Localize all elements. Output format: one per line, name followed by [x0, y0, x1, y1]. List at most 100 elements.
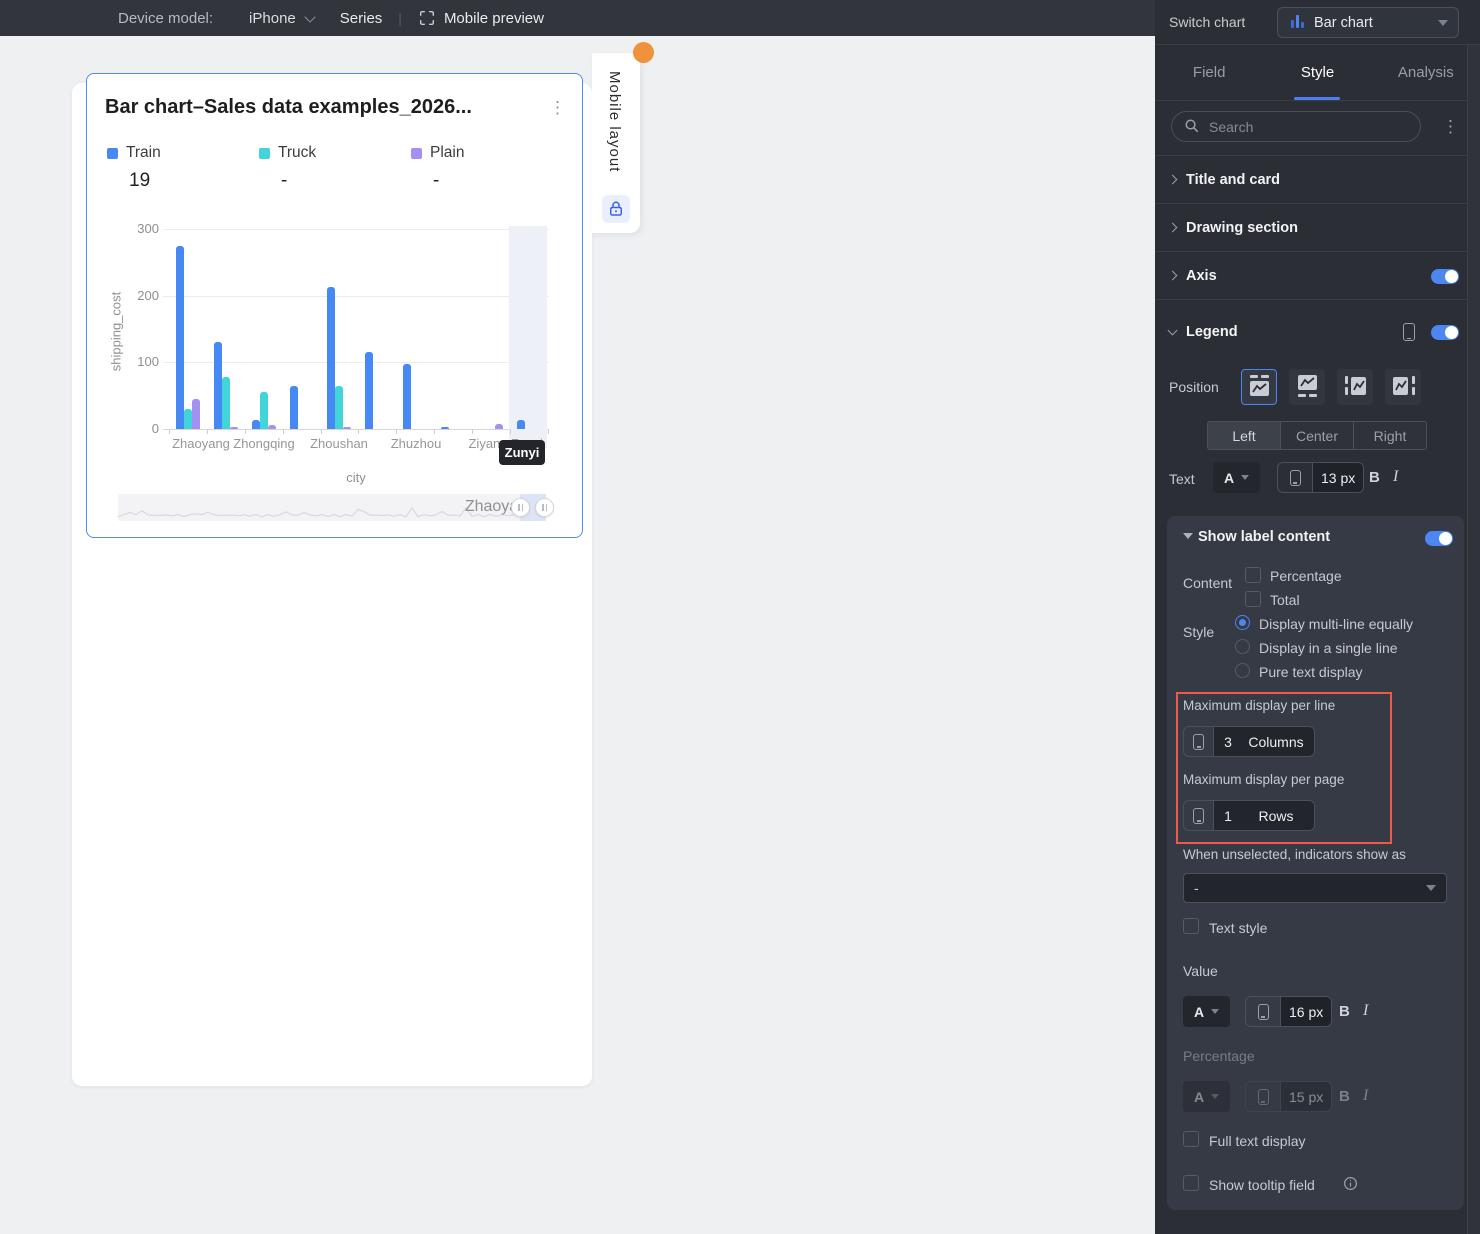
- max-per-line-label: Maximum display per line: [1183, 698, 1336, 713]
- style-label: Style: [1183, 624, 1215, 640]
- lock-icon[interactable]: [602, 195, 630, 223]
- tab-field[interactable]: Field: [1155, 45, 1263, 100]
- tab-analysis[interactable]: Analysis: [1372, 45, 1480, 100]
- section-legend[interactable]: Legend: [1155, 304, 1480, 360]
- section-toggle-axis[interactable]: [1431, 268, 1459, 284]
- chevron-down-icon[interactable]: [304, 10, 316, 23]
- tab-style[interactable]: Style: [1263, 45, 1371, 100]
- bold-button: B: [1339, 1088, 1350, 1105]
- bar-train-g8[interactable]: [441, 427, 449, 429]
- bar-train-g1[interactable]: [176, 245, 184, 429]
- mobile-preview-icon[interactable]: [418, 9, 436, 27]
- datazoom-handle[interactable]: [535, 498, 554, 517]
- device-model-select[interactable]: iPhone: [249, 10, 296, 27]
- text-style-checkbox[interactable]: [1183, 918, 1199, 934]
- percentage-color-dropdown: A: [1183, 1081, 1230, 1112]
- show-label-content-toggle[interactable]: [1425, 531, 1453, 546]
- bar-truck-g5[interactable]: [335, 385, 344, 429]
- bar-plain-g5[interactable]: [343, 427, 352, 429]
- mobile-preview-button[interactable]: Mobile preview: [444, 10, 544, 27]
- bar-truck-g3[interactable]: [259, 392, 268, 429]
- full-text-display-label: Full text display: [1209, 1133, 1306, 1149]
- bar-train-g5[interactable]: [327, 287, 336, 429]
- x-tick-mark: [282, 429, 284, 434]
- search-input[interactable]: [1207, 117, 1387, 136]
- legend-position-left-button[interactable]: [1337, 369, 1373, 405]
- section-title: Legend: [1186, 324, 1238, 340]
- bar-train-g10[interactable]: [516, 420, 525, 429]
- text-color-dropdown[interactable]: A: [1213, 462, 1260, 493]
- bar-plain-g1[interactable]: [192, 399, 200, 429]
- chart-card[interactable]: Bar chart–Sales data examples_2026... ⋮ …: [86, 73, 583, 538]
- bar-plain-g2[interactable]: [229, 427, 238, 429]
- max-per-line-value[interactable]: 3: [1214, 734, 1242, 750]
- show-label-content-card: Show label content Content Percentage Tot…: [1167, 516, 1464, 1210]
- bar-train-g7[interactable]: [403, 364, 412, 429]
- italic-button[interactable]: I: [1363, 1002, 1368, 1020]
- panel-scrollbar[interactable]: [1467, 45, 1480, 1234]
- position-label: Position: [1169, 379, 1219, 395]
- value-size-value[interactable]: 16 px: [1281, 997, 1332, 1026]
- search-box[interactable]: [1171, 111, 1421, 142]
- section-axis[interactable]: Axis: [1155, 252, 1480, 300]
- unselected-indicators-dropdown[interactable]: -: [1183, 873, 1447, 903]
- section-title-and-card[interactable]: Title and card: [1155, 156, 1480, 204]
- italic-button: I: [1363, 1087, 1369, 1104]
- bar-truck-g1[interactable]: [184, 409, 192, 429]
- text-size-control[interactable]: 13 px: [1277, 462, 1365, 493]
- alignment-right-button[interactable]: Right: [1354, 422, 1426, 449]
- show-tooltip-field-checkbox[interactable]: [1183, 1175, 1199, 1191]
- alignment-left-button[interactable]: Left: [1208, 422, 1281, 449]
- datazoom-scrollbar[interactable]: Zhaoyang: [117, 494, 554, 521]
- section-toggle-legend[interactable]: [1431, 325, 1459, 340]
- bar-train-g2[interactable]: [213, 342, 222, 429]
- section-title: Axis: [1186, 267, 1217, 284]
- style-radio-pure-text-display[interactable]: [1235, 663, 1250, 678]
- section-drawing-section[interactable]: Drawing section: [1155, 204, 1480, 252]
- card-legend-item-truck[interactable]: Truck: [259, 144, 316, 162]
- chart-type-dropdown[interactable]: Bar chart: [1277, 7, 1459, 38]
- legend-position-top-button[interactable]: [1241, 369, 1277, 405]
- bar-truck-g2[interactable]: [221, 377, 230, 429]
- max-per-line-control[interactable]: 3 Columns: [1183, 726, 1315, 757]
- bar-plain-g9[interactable]: [494, 423, 503, 429]
- show-tooltip-field-label: Show tooltip field: [1209, 1177, 1315, 1193]
- legend-position-right-button[interactable]: [1385, 369, 1421, 405]
- style-radio-display-in-a-single-line[interactable]: [1235, 639, 1250, 654]
- card-menu-icon[interactable]: ⋮: [549, 98, 566, 118]
- italic-button[interactable]: I: [1393, 468, 1398, 486]
- content-percentage-checkbox[interactable]: [1245, 567, 1261, 583]
- mobile-layout-tab[interactable]: Mobile layout: [592, 53, 640, 233]
- bar-train-g6[interactable]: [365, 352, 374, 429]
- value-size-control[interactable]: 16 px: [1245, 996, 1333, 1027]
- series-button[interactable]: Series: [340, 10, 383, 27]
- bold-button[interactable]: B: [1369, 469, 1380, 486]
- style-radio-display-multi-line-equally[interactable]: [1235, 615, 1250, 630]
- bar-plain-g3[interactable]: [267, 425, 276, 429]
- card-legend-item-train[interactable]: Train: [107, 144, 161, 162]
- style-option-label: Pure text display: [1259, 664, 1363, 680]
- chevron-down-icon[interactable]: [1167, 325, 1178, 336]
- chevron-right-icon[interactable]: [1167, 270, 1178, 281]
- chevron-right-icon[interactable]: [1167, 222, 1178, 233]
- legend-alignment-group: Left Center Right: [1207, 421, 1427, 450]
- alignment-center-button[interactable]: Center: [1281, 422, 1354, 449]
- collapse-triangle-icon[interactable]: [1183, 533, 1193, 539]
- bar-train-g4[interactable]: [289, 385, 298, 429]
- chevron-right-icon[interactable]: [1167, 174, 1178, 185]
- panel-menu-icon[interactable]: ⋮: [1442, 118, 1459, 135]
- content-total-checkbox[interactable]: [1245, 591, 1261, 607]
- legend-position-bottom-button[interactable]: [1289, 369, 1325, 405]
- datazoom-handle[interactable]: [511, 498, 530, 517]
- max-per-page-value[interactable]: 1: [1214, 808, 1242, 824]
- show-label-content-title: Show label content: [1198, 529, 1331, 545]
- max-per-page-control[interactable]: 1 Rows: [1183, 800, 1315, 831]
- bar-train-g3[interactable]: [251, 420, 260, 429]
- text-size-value[interactable]: 13 px: [1313, 463, 1364, 492]
- full-text-display-checkbox[interactable]: [1183, 1131, 1199, 1147]
- card-legend-item-plain[interactable]: Plain: [411, 144, 464, 162]
- section-title: Drawing section: [1186, 219, 1298, 236]
- value-color-dropdown[interactable]: A: [1183, 996, 1230, 1027]
- phone-icon: [1184, 727, 1214, 756]
- bold-button[interactable]: B: [1339, 1003, 1350, 1020]
